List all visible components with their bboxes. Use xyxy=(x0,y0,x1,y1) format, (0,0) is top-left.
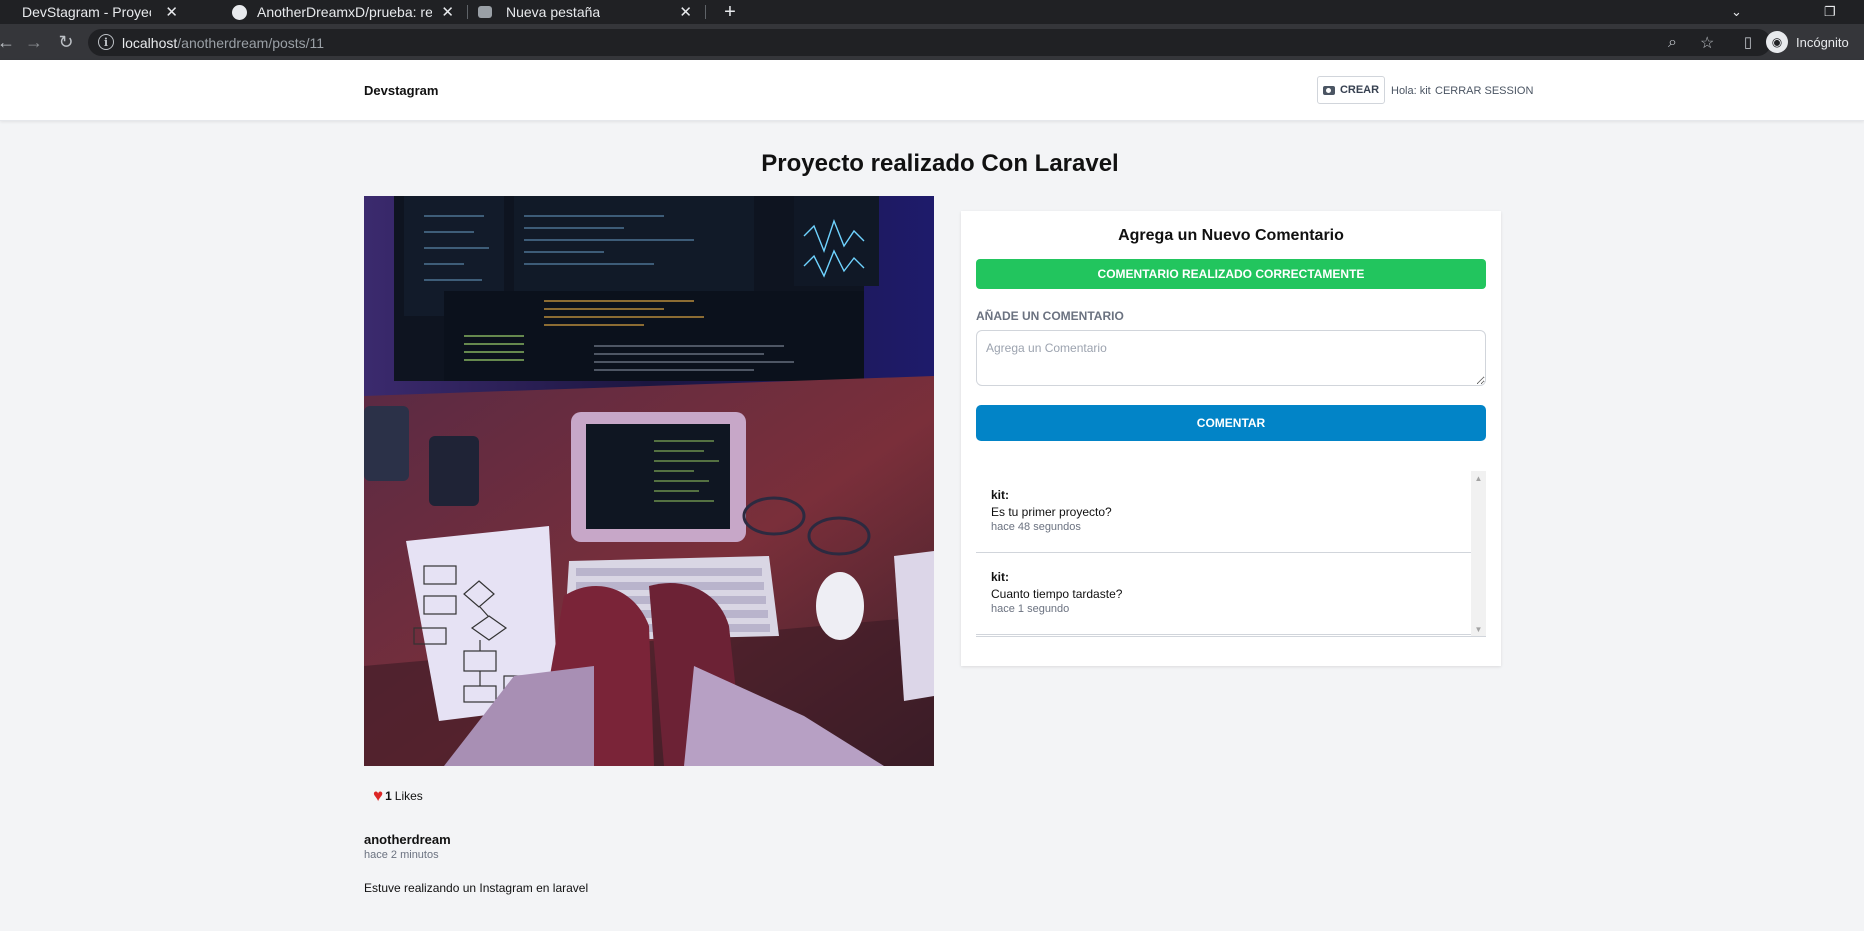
tab-title: Nueva pestaña xyxy=(506,4,601,20)
post-photo xyxy=(364,196,934,766)
likes-count: 1 xyxy=(385,789,392,803)
likes-label: Likes xyxy=(394,789,423,803)
new-tab-button[interactable]: + xyxy=(718,0,742,24)
scroll-down-arrow-icon[interactable]: ▼ xyxy=(1471,622,1486,636)
like-section: ♥ 1 Likes xyxy=(373,786,423,806)
bookmark-star-icon[interactable]: ☆ xyxy=(1700,29,1714,56)
post-image xyxy=(364,196,934,766)
tab-title: DevStagram - Proyecto realizado xyxy=(22,4,151,20)
site-header: Devstagram CREAR Hola: kit CERRAR SESSIO… xyxy=(0,60,1864,121)
browser-tab-devstagram[interactable]: DevStagram - Proyecto realizado ✕ xyxy=(0,0,186,24)
comment-field-label: AÑADE UN COMENTARIO xyxy=(976,309,1124,323)
close-tab-icon[interactable]: ✕ xyxy=(679,0,692,24)
browser-tab-github[interactable]: AnotherDreamxD/prueba: reposi ✕ xyxy=(232,0,462,24)
comment-form-heading: Agrega un Nuevo Comentario xyxy=(1118,227,1344,244)
page-title: Proyecto realizado Con Laravel xyxy=(761,150,1119,177)
close-tab-icon[interactable]: ✕ xyxy=(165,0,178,24)
reload-icon[interactable]: ↻ xyxy=(54,24,78,60)
browser-tab-new[interactable]: Nueva pestaña ✕ xyxy=(478,0,700,24)
tab-separator xyxy=(467,5,468,19)
browser-toolbar: ← → ↻ i localhost/anotherdream/posts/11 … xyxy=(0,24,1864,60)
tab-separator xyxy=(705,5,706,19)
address-url[interactable]: localhost/anotherdream/posts/11 xyxy=(122,29,324,56)
url-path: /anotherdream/posts/11 xyxy=(177,34,325,51)
brand-logo-link[interactable]: Devstagram xyxy=(364,60,438,121)
restore-window-icon[interactable]: ❐ xyxy=(1824,0,1836,24)
comments-list[interactable]: kit: Es tu primer proyecto? hace 48 segu… xyxy=(976,471,1486,637)
scroll-up-arrow-icon[interactable]: ▲ xyxy=(1471,471,1486,486)
comment-text: Cuanto tiempo tardaste? xyxy=(991,587,1123,601)
forward-icon[interactable]: → xyxy=(22,24,46,60)
url-host: localhost xyxy=(122,34,178,51)
incognito-icon xyxy=(478,6,492,18)
close-tab-icon[interactable]: ✕ xyxy=(441,0,454,24)
post-time: hace 2 minutos xyxy=(364,849,439,861)
comment-item: kit: Cuanto tiempo tardaste? hace 1 segu… xyxy=(976,553,1471,635)
incognito-profile-button[interactable]: ◉ Incógnito xyxy=(1766,28,1849,56)
back-icon[interactable]: ← xyxy=(0,24,18,60)
create-post-button[interactable]: CREAR xyxy=(1317,76,1385,104)
comments-scrollbar[interactable]: ▲ ▼ xyxy=(1471,471,1486,636)
comment-author[interactable]: kit: xyxy=(991,488,1456,502)
comment-textarea[interactable] xyxy=(976,330,1486,386)
heart-icon[interactable]: ♥ xyxy=(373,786,383,806)
tab-title: AnotherDreamxD/prueba: reposi xyxy=(257,4,432,20)
side-panel-icon[interactable]: ▯ xyxy=(1736,24,1760,60)
comment-author[interactable]: kit: xyxy=(991,570,1456,584)
comment-text: Es tu primer proyecto? xyxy=(991,505,1112,519)
camera-icon xyxy=(1322,85,1335,95)
post-description: Estuve realizando un Instagram en larave… xyxy=(364,881,589,895)
comment-item: kit: Es tu primer proyecto? hace 48 segu… xyxy=(976,471,1471,553)
github-icon xyxy=(232,4,247,20)
incognito-avatar-icon: ◉ xyxy=(1766,31,1788,53)
browser-tab-bar: DevStagram - Proyecto realizado ✕ Anothe… xyxy=(0,0,1864,24)
user-greeting: Hola: kit xyxy=(1391,84,1431,97)
zoom-icon[interactable]: ⌕ xyxy=(1668,29,1677,56)
address-bar[interactable]: i localhost/anotherdream/posts/11 ⌕ ☆ xyxy=(88,29,1771,56)
comment-time: hace 48 segundos xyxy=(991,521,1081,533)
tab-search-icon[interactable]: ⌄ xyxy=(1731,0,1742,24)
success-alert: COMENTARIO REALIZADO CORRECTAMENTE xyxy=(976,259,1486,289)
comment-time: hace 1 segundo xyxy=(991,603,1070,615)
comment-card: Agrega un Nuevo Comentario COMENTARIO RE… xyxy=(961,211,1501,666)
site-info-icon[interactable]: i xyxy=(98,34,114,50)
profile-label: Incógnito xyxy=(1796,34,1849,50)
logout-button[interactable]: CERRAR SESSION xyxy=(1435,60,1533,121)
create-label: CREAR xyxy=(1339,84,1380,96)
comment-submit-button[interactable]: COMENTAR xyxy=(976,405,1486,441)
post-author: anotherdream xyxy=(364,832,451,847)
scrollbar-thumb[interactable] xyxy=(1474,486,1483,622)
